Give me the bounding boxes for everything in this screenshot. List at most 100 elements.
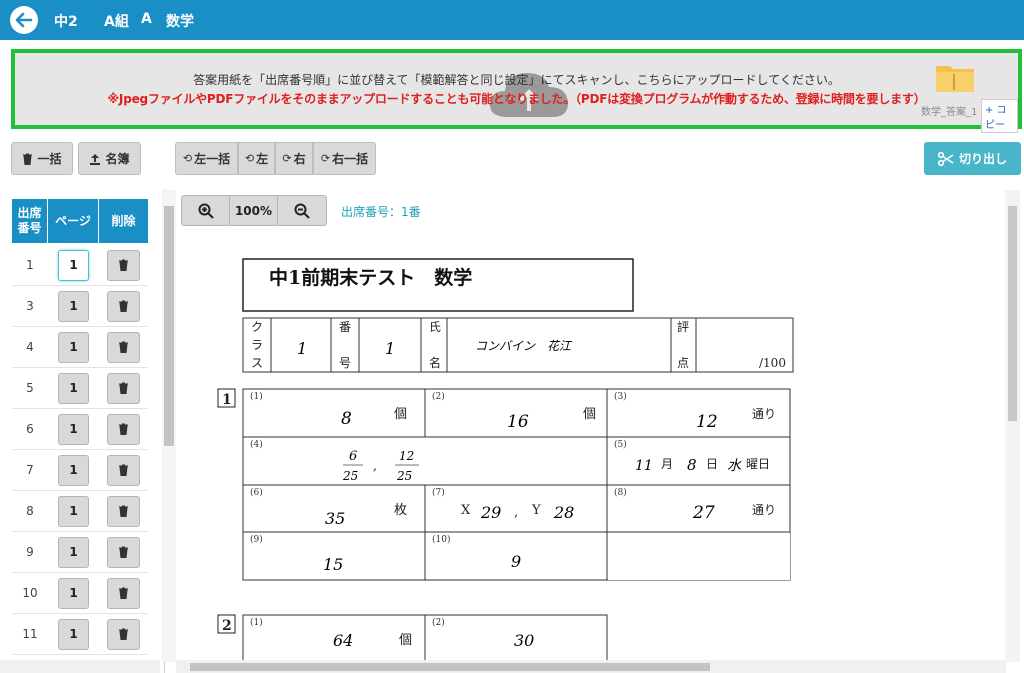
upload-dropzone[interactable]: 答案用紙を「出席番号順」に並び替えて「模範解答と同じ設定」にてスキャンし、こちら… [11,49,1022,133]
q10-answer: 9 [511,552,521,571]
zoom-out-icon [294,203,310,219]
file-name: 数学_答案_1 [921,107,978,118]
bulk-delete-button[interactable]: 一括 [11,142,73,175]
q2-unit: 個 [583,407,596,422]
score-header-2: 点 [677,356,689,370]
trash-icon [118,341,129,353]
q5-month-unit: 月 [661,457,673,471]
table-row: 91 [12,532,148,573]
q7-label: (7) [432,487,445,498]
delete-row-button[interactable] [107,577,140,609]
rotate-icon: ⟳ [320,152,331,165]
q3-label: (3) [614,391,627,402]
s2q1-answer: 64 [333,631,353,650]
q9-answer: 15 [323,555,343,574]
col-seat-number: 出席 番号 [12,199,48,243]
page-input[interactable]: 1 [58,577,89,609]
delete-cell [99,532,148,572]
trash-icon [118,505,129,517]
folder-icon[interactable] [935,61,975,93]
rotate-left-button[interactable]: ⟲ 左 [238,142,275,175]
page-cell: 1 [48,409,99,449]
q4-b-numerator: 12 [399,449,414,463]
q8-unit: 通り [752,503,776,517]
delete-row-button[interactable] [107,249,140,281]
q8-answer: 27 [692,503,715,523]
back-button[interactable] [10,6,38,34]
page-cell: 1 [48,450,99,490]
rotate-right-button[interactable]: ⟳ 右 [275,142,313,175]
trash-icon [118,382,129,394]
q2-label: (2) [432,391,445,402]
q7-y-label: Y [531,503,541,518]
zoom-controls: 100% [181,195,327,226]
q5-weekday-unit: 曜日 [746,457,770,471]
rotate-left-all-label: 左一括 [194,152,231,166]
cut-out-button[interactable]: 切り出し [924,142,1021,175]
q1-unit: 個 [394,407,407,422]
sheet-title: 中1前期末テスト 数学 [269,266,472,289]
q5-month: 11 [635,458,653,474]
q1-answer: 8 [341,409,352,429]
page-input[interactable]: 1 [58,454,89,486]
page-input[interactable]: 1 [58,290,89,322]
delete-row-button[interactable] [107,372,140,404]
table-row: 81 [12,491,148,532]
zoom-in-button[interactable] [182,196,230,225]
delete-row-button[interactable] [107,331,140,363]
seat-number: 11 [22,627,38,641]
q5-label: (5) [614,439,627,450]
trash-icon [23,153,33,165]
delete-row-button[interactable] [107,495,140,527]
delete-row-button[interactable] [107,413,140,445]
page-input[interactable]: 1 [58,618,89,650]
page-cell: 1 [48,368,99,408]
seat-number: 6 [26,422,34,436]
page-input[interactable]: 1 [58,413,89,445]
delete-cell [99,450,148,490]
upload-instruction: 答案用紙を「出席番号順」に並び替えて「模範解答と同じ設定」にてスキャンし、こちら… [193,73,840,87]
viewer-vertical-scroll-thumb[interactable] [1008,206,1017,421]
zoom-out-button[interactable] [278,196,326,225]
page-input[interactable]: 1 [58,372,89,404]
q7-separator: , [514,505,518,520]
number-header-2: 号 [339,356,351,370]
name-header-1: 氏 [429,320,441,334]
trash-icon [118,587,129,599]
delete-row-button[interactable] [107,618,140,650]
delete-cell [99,614,148,654]
page-input[interactable]: 1 [58,536,89,568]
page-cell: 1 [48,532,99,572]
page-input[interactable]: 1 [58,249,89,281]
section-2-number: 2 [222,618,232,634]
q4-a-numerator: 6 [349,449,357,464]
q4-label: (4) [250,439,263,450]
page-cell: 1 [48,327,99,367]
course-label: A [141,11,152,27]
rotate-right-all-button[interactable]: ⟳ 右一括 [313,142,376,175]
delete-row-button[interactable] [107,454,140,486]
viewer-left-scroll-thumb[interactable] [164,206,174,446]
delete-row-button[interactable] [107,290,140,322]
rotate-left-all-button[interactable]: ⟲ 左一括 [175,142,238,175]
viewer-horizontal-scroll-thumb[interactable] [190,663,710,671]
scissors-icon [937,151,954,166]
delete-cell [99,409,148,449]
subject-label: 数学 [166,14,194,30]
left-horizontal-scrollbar[interactable] [0,660,160,673]
arrow-left-icon [15,12,33,28]
delete-row-button[interactable] [107,536,140,568]
rotate-icon: ⟲ [182,152,193,165]
delete-cell [99,491,148,531]
upload-icon [90,153,101,165]
roster-upload-button[interactable]: 名簿 [78,142,141,175]
trash-icon [118,300,129,312]
seat-number: 1 [26,258,34,272]
page-cell: 1 [48,245,99,285]
trash-icon [118,628,129,640]
q10-label: (10) [432,534,450,545]
rotate-icon: ⟲ [244,152,255,165]
page-input[interactable]: 1 [58,331,89,363]
page-input[interactable]: 1 [58,495,89,527]
q9-label: (9) [250,534,263,545]
